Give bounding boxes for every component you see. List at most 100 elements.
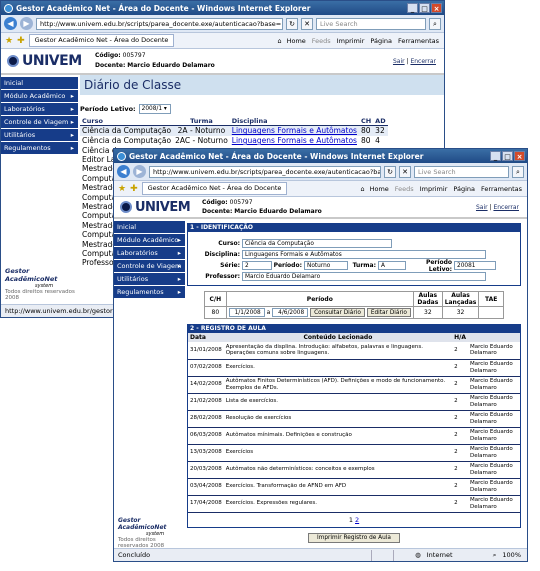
back-search-input[interactable]: Live Search [316,17,426,30]
arrow-right-icon: ▸ [70,118,74,126]
sair-link[interactable]: Sair [393,58,405,65]
favorites-star-icon[interactable]: ★ [118,184,126,194]
forward-icon[interactable]: ▶ [20,17,33,30]
page-button[interactable]: Página [452,185,476,193]
table-row: 06/03/2008 Autômatos mínimais. Definições… [188,427,520,445]
periodo-field[interactable]: Noturno [304,261,348,270]
stop-icon[interactable]: ✕ [399,165,411,178]
encerrar-link[interactable]: Encerrar [410,58,436,65]
tools-button[interactable]: Ferramentas [397,37,440,45]
cell-aulas-lancadas: 32 [441,306,480,319]
page-button[interactable]: Página [369,37,393,45]
print-button[interactable]: Imprimir [336,37,366,45]
front-status-bar: Concluído ◍ Internet ⌕ 100% [114,548,527,561]
col-curso: Curso [80,117,174,126]
refresh-icon[interactable]: ↻ [384,165,396,178]
maximize-button[interactable]: □ [419,3,430,13]
col-aulas-dadas: Aulas Dadas [412,291,443,307]
menu-item-utilitarios[interactable]: Utilitários ▸ [1,129,78,142]
tools-button[interactable]: Ferramentas [480,185,523,193]
add-favorite-icon[interactable]: ✚ [17,36,25,46]
back-url-field[interactable]: http://www.univem.edu.br/scripts/parea_d… [36,17,283,30]
cell-data: 17/04/2008 [188,495,224,513]
zoom-level[interactable]: 100% [502,551,527,559]
front-page-content: UNIVEM Código: 005797 Docente: Marcio Ed… [114,197,527,548]
home-icon[interactable]: ⌂ [277,37,281,45]
favorites-star-icon[interactable]: ★ [5,36,13,46]
professor-field[interactable]: Marcio Eduardo Delamaro [242,272,486,281]
col-ch: C/H [204,291,227,307]
menu-item-laboratorios[interactable]: Laboratórios ▸ [114,247,185,260]
cell-ha: 2 [452,359,468,377]
search-icon[interactable]: ⌕ [429,17,441,30]
back-icon[interactable]: ◀ [4,17,17,30]
menu-item-laboratorios[interactable]: Laboratórios ▸ [1,103,78,116]
zoom-icon[interactable]: ⌕ [493,551,497,560]
home-button[interactable]: Home [286,37,307,45]
cell-conteudo: Exercícios. Expressões regulares. [223,495,453,513]
forward-icon[interactable]: ▶ [133,165,146,178]
search-icon[interactable]: ⌕ [512,165,524,178]
front-title-bar: Gestor Acadêmico Net - Área do Docente -… [114,149,527,163]
arrow-right-icon: ▸ [70,144,74,152]
disciplina-link[interactable]: Linguagens Formais e Autômatos [232,126,357,135]
refresh-icon[interactable]: ↻ [286,17,298,30]
feeds-button[interactable]: Feeds [394,185,415,193]
stop-icon[interactable]: ✕ [301,17,313,30]
front-browser-tab[interactable]: Gestor Acadêmico Net - Área do Docente [141,182,288,195]
disciplina-link[interactable]: Linguagens Formais e Autômatos [232,136,357,145]
periodo-select[interactable]: 2008/1 ▾ [138,104,171,114]
arrow-right-icon: ▸ [70,105,74,113]
front-search-input[interactable]: Live Search [414,165,509,178]
cell-professor: Marcio Eduardo Delamaro [468,478,520,496]
cell-disciplina: Linguagens Formais e Autômatos [230,126,359,136]
close-button[interactable]: × [431,3,442,13]
home-icon[interactable]: ⌂ [360,185,364,193]
minimize-button[interactable]: _ [407,3,418,13]
print-button[interactable]: Imprimir [419,185,449,193]
date-to-field[interactable]: 4/6/2008 [272,308,309,317]
maximize-button[interactable]: □ [502,151,513,161]
disciplina-label: Disciplina: [204,251,240,258]
menu-label: Utilitários [117,275,149,283]
menu-item-utilitarios[interactable]: Utilitários ▸ [114,273,185,286]
menu-item-modulo-academico[interactable]: Módulo Acadêmico ▸ [1,90,78,103]
date-from-field[interactable]: 1/1/2008 [228,308,265,317]
feeds-button[interactable]: Feeds [311,37,332,45]
encerrar-link[interactable]: Encerrar [493,204,519,211]
turma-field[interactable]: A [378,261,406,270]
serie-field[interactable]: 2 [242,261,272,270]
menu-item-controle-viagem[interactable]: Controle de Viagem ▸ [114,260,185,273]
periodo-letivo-field[interactable]: 20081 [454,261,496,270]
curso-field[interactable]: Ciência da Computação [242,239,392,248]
page-2-link[interactable]: 2 [355,516,359,524]
menu-item-controle-viagem[interactable]: Controle de Viagem ▸ [1,116,78,129]
home-button[interactable]: Home [369,185,390,193]
back-header-links: Sair | Encerrar [392,57,436,65]
cell-ch: 80 [360,126,371,136]
minimize-button[interactable]: _ [490,151,501,161]
cell-conteudo: Autômatos não determinísticos: conceitos… [223,461,453,479]
editar-diario-button[interactable]: Editar Diário [366,308,411,317]
back-browser-tab[interactable]: Gestor Acadêmico Net - Área do Docente [28,34,175,47]
imprimir-registro-button[interactable]: Imprimir Registro de Aula [308,532,400,543]
close-button[interactable]: × [514,151,525,161]
menu-item-regulamentos[interactable]: Regulamentos ▸ [114,286,185,299]
univem-logo: UNIVEM [7,53,87,69]
add-favorite-icon[interactable]: ✚ [130,184,138,194]
back-icon[interactable]: ◀ [117,165,130,178]
menu-item-modulo-academico[interactable]: Módulo Acadêmico ▸ [114,234,185,247]
consultar-diario-button[interactable]: Consultar Diário [310,308,365,317]
date-separator: a [266,309,271,316]
menu-item-inicial[interactable]: Inicial [114,221,185,234]
menu-item-inicial[interactable]: Inicial [1,77,78,90]
cell-data: 20/03/2008 [188,461,224,479]
front-url-field[interactable]: http://www.univem.edu.br/scripts/parea_d… [149,165,381,178]
back-tab-bar: ★ ✚ Gestor Acadêmico Net - Área do Docen… [1,33,444,49]
menu-item-regulamentos[interactable]: Regulamentos ▸ [1,142,78,155]
back-menu: Inicial Módulo Acadêmico ▸ Laboratórios ▸ … [1,77,78,155]
menu-label: Regulamentos [117,288,164,296]
table-row: 21/02/2008 Lista de exercícios. 2 Marcio Ed… [188,393,520,411]
sair-link[interactable]: Sair [476,204,488,211]
curso-label: Curso: [218,240,240,247]
